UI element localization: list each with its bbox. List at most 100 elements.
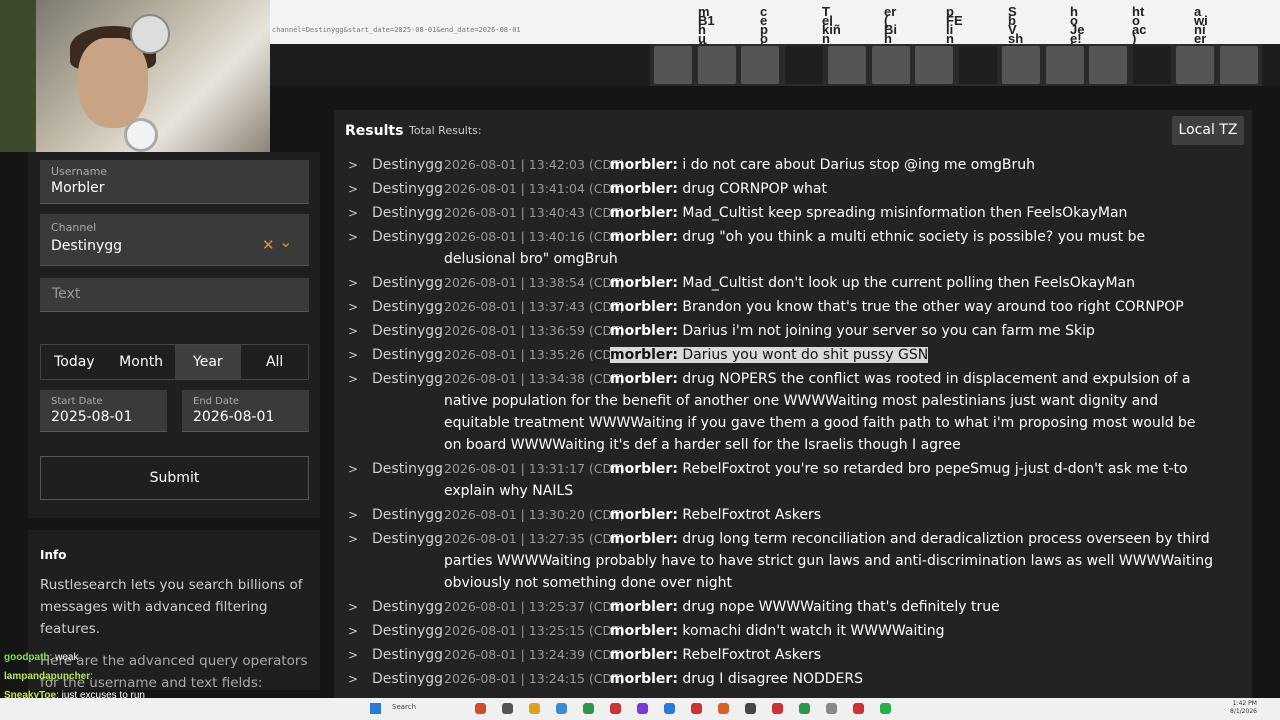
taskbar-app-icon[interactable] (502, 703, 513, 714)
result-text: drug I disagree NODDERS (682, 671, 863, 687)
expand-caret-icon[interactable]: > (348, 226, 358, 248)
result-username[interactable]: morbler: (610, 347, 678, 363)
taskbar-app-icon[interactable] (772, 703, 783, 714)
result-channel[interactable]: Destinygg (372, 344, 443, 366)
expand-caret-icon[interactable]: > (348, 668, 358, 690)
chat-user: lampandapuncher (4, 671, 91, 682)
result-row: > Destinygg 2026-08-01 | 13:24:39 (CDT) mor… (334, 644, 1252, 666)
result-channel[interactable]: Destinygg (372, 668, 443, 690)
taskbar-app-icon[interactable] (799, 703, 810, 714)
result-channel[interactable]: Destinygg (372, 178, 443, 200)
local-tz-button[interactable]: Local TZ (1172, 116, 1244, 145)
expand-caret-icon[interactable]: > (348, 202, 358, 224)
result-username[interactable]: morbler: (610, 205, 678, 221)
windows-start-icon[interactable] (370, 703, 381, 714)
period-today-button[interactable]: Today (41, 345, 108, 379)
emote-image (1176, 46, 1214, 84)
username-field[interactable]: Username Morbler (40, 160, 309, 204)
expand-caret-icon[interactable]: > (348, 458, 358, 480)
period-all-button[interactable]: All (241, 345, 308, 379)
start-date-value: 2025-08-01 (51, 409, 133, 425)
result-channel[interactable]: Destinygg (372, 368, 443, 390)
result-username[interactable]: morbler: (610, 323, 678, 339)
result-username[interactable]: morbler: (610, 275, 678, 291)
taskbar-app-icon[interactable] (610, 703, 621, 714)
taskbar-search[interactable]: Search (392, 703, 416, 711)
result-channel[interactable]: Destinygg (372, 320, 443, 342)
chat-text: : (90, 671, 93, 682)
result-row: > Destinygg 2026-08-01 | 13:41:04 (CDT) mor… (334, 178, 1252, 200)
taskbar-app-icon[interactable] (529, 703, 540, 714)
result-channel[interactable]: Destinygg (372, 504, 443, 526)
result-row: > Destinygg 2026-08-01 | 13:40:43 (CDT) mor… (334, 202, 1252, 224)
result-username[interactable]: morbler: (610, 181, 678, 197)
expand-caret-icon[interactable]: > (348, 504, 358, 526)
result-channel[interactable]: Destinygg (372, 458, 443, 480)
end-date-field[interactable]: End Date 2026-08-01 (182, 390, 309, 432)
taskbar: Search 1:42 PM 8/1/2026 (0, 698, 1280, 720)
result-row: > Destinygg 2026-08-01 | 13:25:37 (CDT) mor… (334, 596, 1252, 618)
text-input[interactable]: Text (40, 278, 309, 312)
address-bar[interactable]: channel=Destinygg&start_date=2025-08-01&… (272, 26, 521, 34)
taskbar-app-icon[interactable] (880, 703, 891, 714)
expand-caret-icon[interactable]: > (348, 368, 358, 390)
result-channel[interactable]: Destinygg (372, 202, 443, 224)
expand-caret-icon[interactable]: > (348, 596, 358, 618)
submit-button[interactable]: Submit (40, 456, 309, 500)
result-message: morbler: drug NOPERS the conflict was ro… (444, 368, 1214, 456)
result-username[interactable]: morbler: (610, 371, 678, 387)
emote-image (915, 46, 953, 84)
period-selector: Today Month Year All (40, 344, 309, 380)
result-username[interactable]: morbler: (610, 623, 678, 639)
clock-date: 8/1/2026 (1230, 708, 1257, 715)
taskbar-app-icon[interactable] (826, 703, 837, 714)
expand-caret-icon[interactable]: > (348, 296, 358, 318)
result-username[interactable]: morbler: (610, 461, 678, 477)
expand-caret-icon[interactable]: > (348, 528, 358, 550)
chevron-down-icon[interactable]: ⌄ (279, 232, 292, 251)
result-text: RebelFoxtrot Askers (682, 507, 822, 523)
result-channel[interactable]: Destinygg (372, 154, 443, 176)
clear-icon[interactable]: ✕ (262, 236, 275, 254)
result-text: Darius i'm not joining your server so yo… (682, 323, 1095, 339)
taskbar-app-icon[interactable] (718, 703, 729, 714)
channel-select[interactable]: Channel Destinygg ✕ ⌄ (40, 214, 309, 266)
result-channel[interactable]: Destinygg (372, 620, 443, 642)
result-text: RebelFoxtrot Askers (682, 647, 822, 663)
taskbar-app-icon[interactable] (583, 703, 594, 714)
result-username[interactable]: morbler: (610, 531, 678, 547)
start-date-field[interactable]: Start Date 2025-08-01 (40, 390, 167, 432)
result-text: Brandon you know that's true the other w… (682, 299, 1184, 315)
result-text: drug CORNPOP what (682, 181, 827, 197)
expand-caret-icon[interactable]: > (348, 272, 358, 294)
result-username[interactable]: morbler: (610, 647, 678, 663)
result-username[interactable]: morbler: (610, 671, 678, 687)
expand-caret-icon[interactable]: > (348, 320, 358, 342)
taskbar-app-icon[interactable] (853, 703, 864, 714)
expand-caret-icon[interactable]: > (348, 344, 358, 366)
result-channel[interactable]: Destinygg (372, 226, 443, 248)
result-channel[interactable]: Destinygg (372, 528, 443, 550)
result-username[interactable]: morbler: (610, 299, 678, 315)
taskbar-app-icon[interactable] (475, 703, 486, 714)
result-username[interactable]: morbler: (610, 229, 678, 245)
result-channel[interactable]: Destinygg (372, 644, 443, 666)
result-channel[interactable]: Destinygg (372, 596, 443, 618)
result-row: > Destinygg 2026-08-01 | 13:27:35 (CDT) mor… (334, 528, 1252, 594)
result-channel[interactable]: Destinygg (372, 296, 443, 318)
result-username[interactable]: morbler: (610, 507, 678, 523)
taskbar-app-icon[interactable] (745, 703, 756, 714)
taskbar-app-icon[interactable] (691, 703, 702, 714)
result-username[interactable]: morbler: (610, 599, 678, 615)
result-username[interactable]: morbler: (610, 157, 678, 173)
result-channel[interactable]: Destinygg (372, 272, 443, 294)
period-year-button[interactable]: Year (174, 345, 242, 379)
expand-caret-icon[interactable]: > (348, 178, 358, 200)
expand-caret-icon[interactable]: > (348, 644, 358, 666)
period-month-button[interactable]: Month (108, 345, 175, 379)
expand-caret-icon[interactable]: > (348, 154, 358, 176)
taskbar-app-icon[interactable] (556, 703, 567, 714)
taskbar-app-icon[interactable] (637, 703, 648, 714)
expand-caret-icon[interactable]: > (348, 620, 358, 642)
taskbar-app-icon[interactable] (664, 703, 675, 714)
